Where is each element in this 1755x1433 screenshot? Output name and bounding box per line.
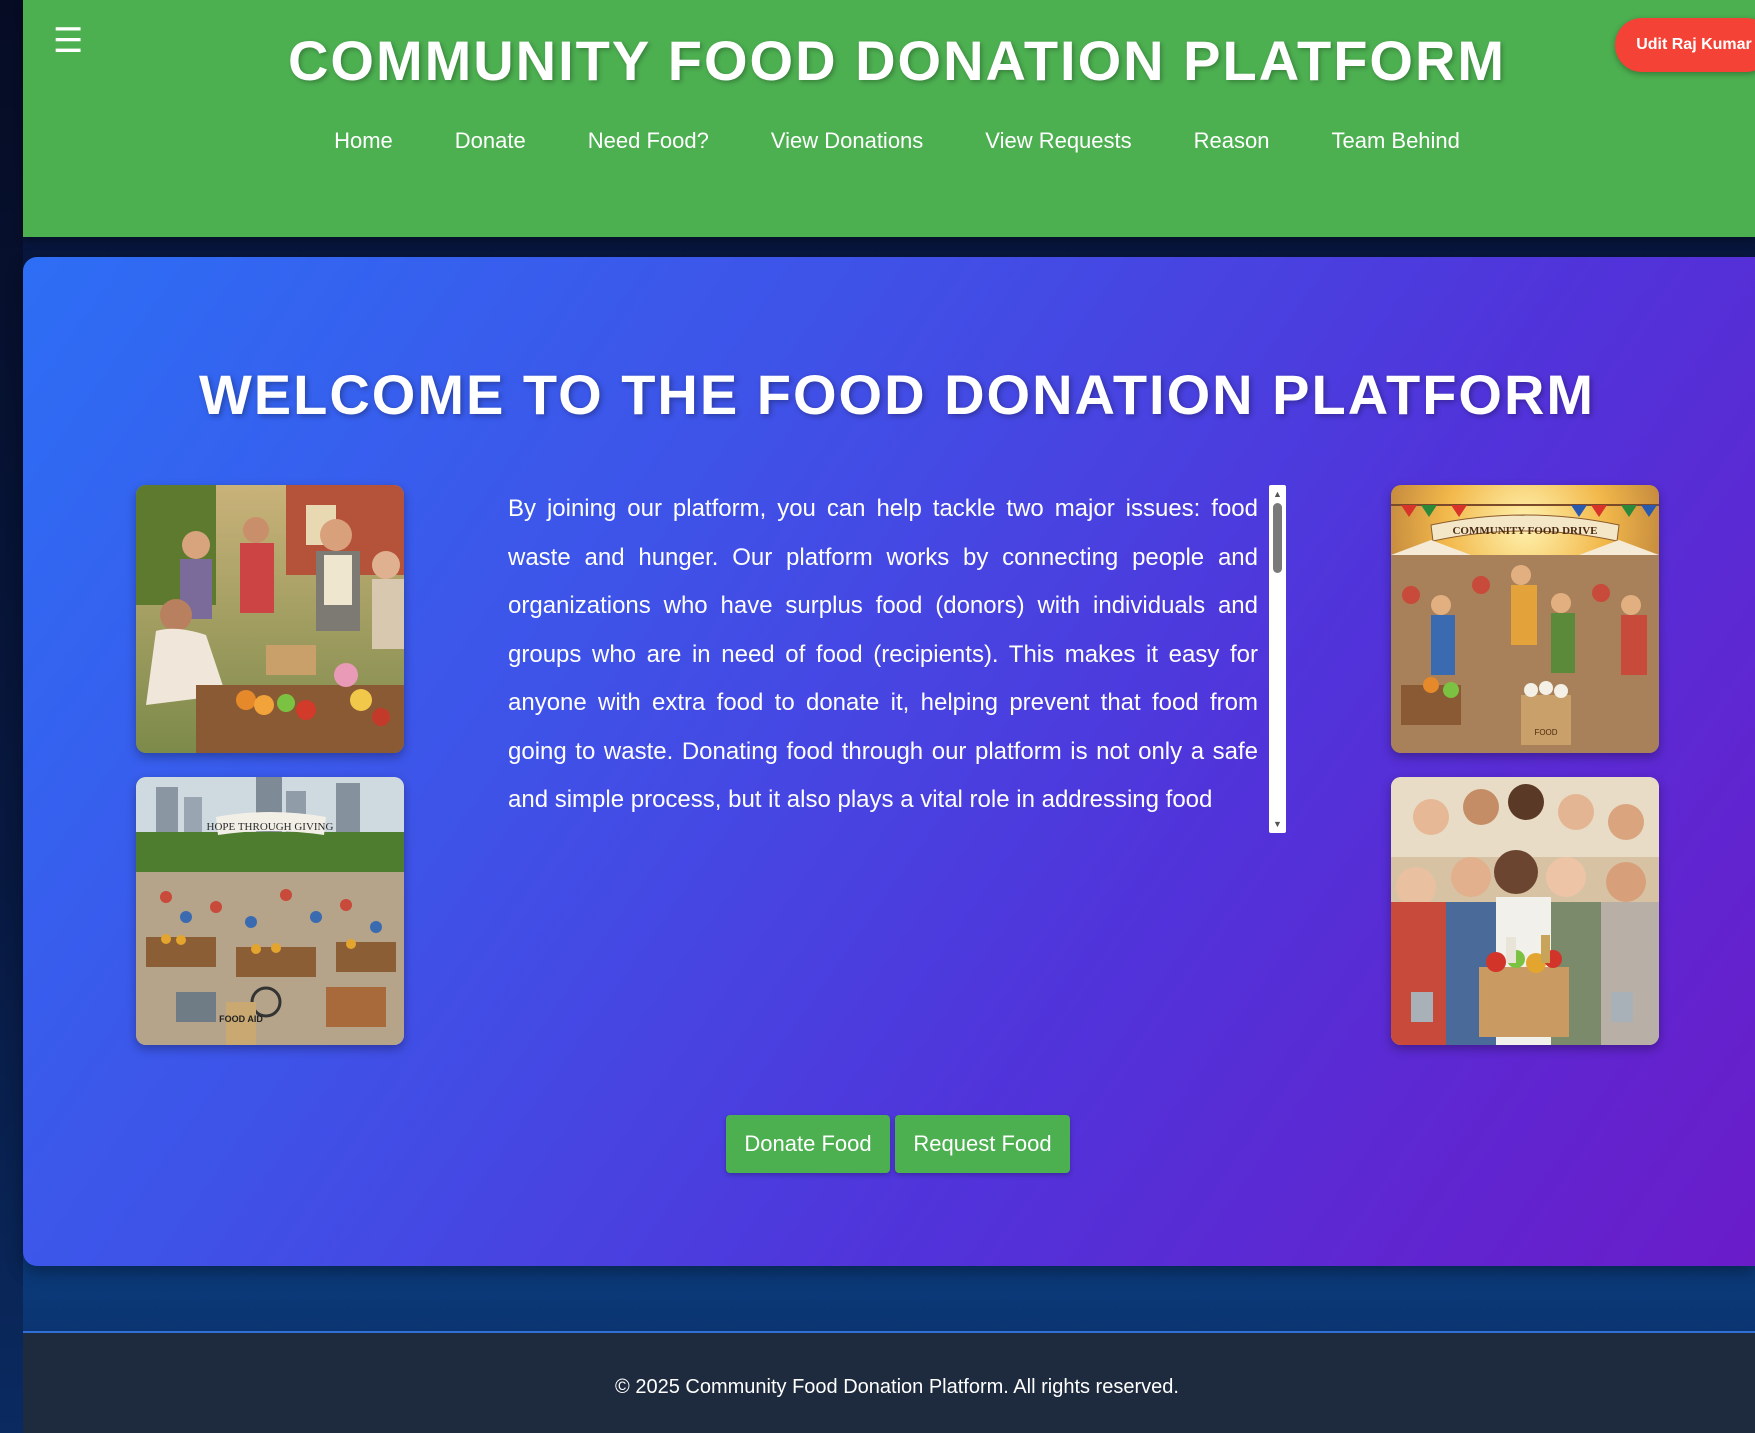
hero-section: WELCOME TO THE FOOD DONATION PLATFORM HO… xyxy=(23,257,1755,1266)
nav-home[interactable]: Home xyxy=(303,128,424,154)
volunteers-photo xyxy=(136,485,404,753)
main-nav: Home Donate Need Food? View Donations Vi… xyxy=(23,128,1755,154)
photo-sign-text: FOOD AID xyxy=(219,1014,263,1024)
nav-need-food[interactable]: Need Food? xyxy=(557,128,740,154)
happy-group-photo xyxy=(1391,777,1659,1045)
site-title: COMMUNITY FOOD DONATION PLATFORM xyxy=(287,29,1507,92)
nav-donate[interactable]: Donate xyxy=(424,128,557,154)
user-badge[interactable]: Udit Raj Kumar xyxy=(1615,18,1755,72)
hero-title: WELCOME TO THE FOOD DONATION PLATFORM xyxy=(198,363,1596,426)
description-text: By joining our platform, you can help ta… xyxy=(508,495,1258,813)
photo-sign-text: FOOD xyxy=(1534,728,1557,737)
nav-team-behind[interactable]: Team Behind xyxy=(1300,128,1490,154)
description-scrollbar[interactable]: ▲ ▼ xyxy=(1269,485,1286,833)
hope-through-giving-photo: HOPE THROUGH GIVING FOOD AID xyxy=(136,777,404,1045)
donate-food-button[interactable]: Donate Food xyxy=(726,1115,890,1173)
nav-view-donations[interactable]: View Donations xyxy=(740,128,954,154)
site-footer: © 2025 Community Food Donation Platform.… xyxy=(23,1331,1755,1433)
photo-banner-text: COMMUNITY FOOD DRIVE xyxy=(1452,525,1597,537)
scroll-thumb[interactable] xyxy=(1273,503,1282,573)
copyright-text: © 2025 Community Food Donation Platform.… xyxy=(615,1376,1179,1398)
nav-view-requests[interactable]: View Requests xyxy=(954,128,1162,154)
photo-banner-text: HOPE THROUGH GIVING xyxy=(207,821,334,833)
page-left-edge xyxy=(0,0,23,1433)
community-food-drive-photo: COMMUNITY FOOD DRIVE FOOD xyxy=(1391,485,1659,753)
nav-reason[interactable]: Reason xyxy=(1163,128,1301,154)
scroll-down-arrow-icon[interactable]: ▼ xyxy=(1269,817,1286,831)
scroll-up-arrow-icon[interactable]: ▲ xyxy=(1269,487,1286,501)
request-food-button[interactable]: Request Food xyxy=(895,1115,1070,1173)
site-header: ☰ COMMUNITY FOOD DONATION PLATFORM Udit … xyxy=(23,0,1755,237)
description-box[interactable]: By joining our platform, you can help ta… xyxy=(508,485,1283,833)
